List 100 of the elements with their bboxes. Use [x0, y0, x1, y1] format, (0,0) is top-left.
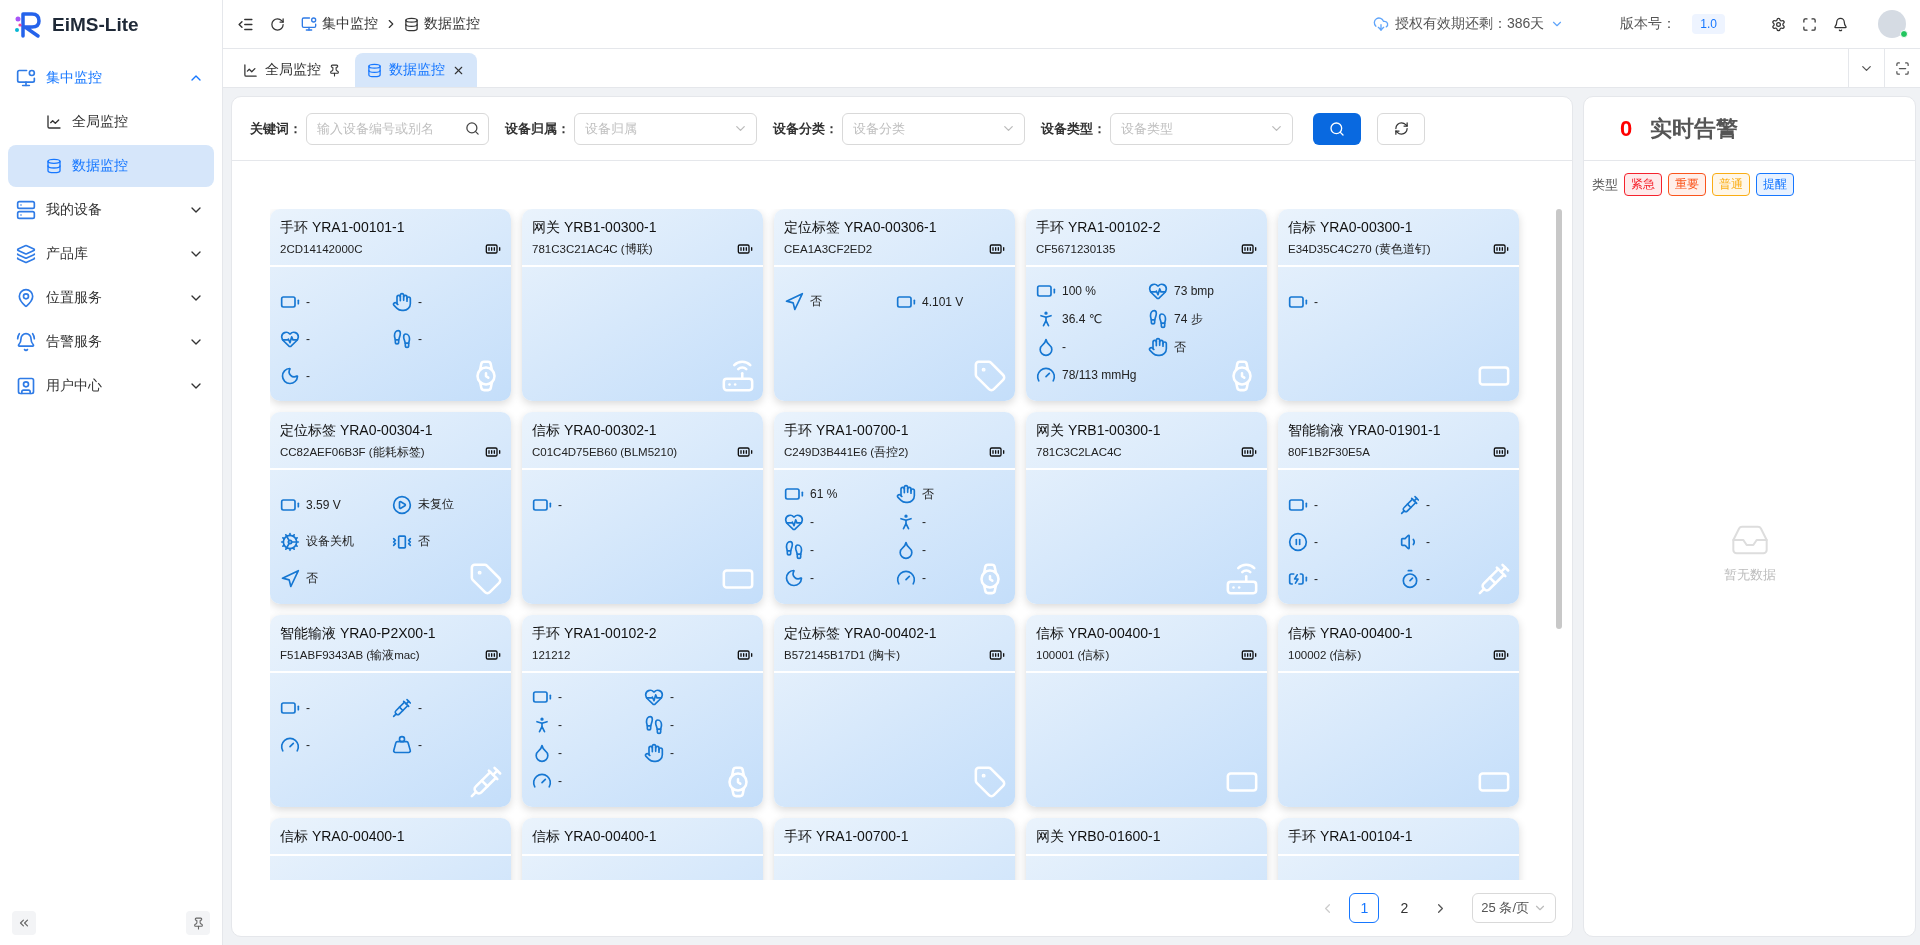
device-card[interactable]: 手环 YRA1-00104-1 — [1278, 818, 1519, 880]
metric-value: 73 bmp — [1174, 284, 1215, 298]
device-id: 781C3C21AC4C (博联) — [532, 241, 654, 257]
device-title: 智能输液 YRA0-P2X00-1 — [280, 625, 437, 643]
device-card[interactable]: 信标 YRA0-00400-1 — [522, 818, 763, 880]
breadcrumb-link[interactable]: 集中监控 — [301, 15, 378, 33]
battery-icon — [1241, 647, 1257, 663]
metric-value: - — [810, 571, 814, 585]
device-card[interactable]: 手环 YRA1-00102-2 121212 - - - - - - - — [522, 615, 763, 807]
sidebar-item[interactable]: 告警服务 — [8, 321, 214, 363]
metric-value: 100 % — [1062, 284, 1097, 298]
device-title: 手环 YRA1-00102-2 — [532, 625, 658, 643]
device-card[interactable]: 定位标签 YRA0-00304-1 CC82AEF06B3F (能耗标签) 3.59 V 未复位 设备关机 否 否 — [270, 412, 511, 604]
footprints-icon — [784, 540, 804, 560]
device-card[interactable]: 智能输液 YRA0-P2X00-1 F51ABF9343AB (输液mac) - - - - — [270, 615, 511, 807]
device-card[interactable]: 手环 YRA1-00700-1 — [774, 818, 1015, 880]
device-card[interactable]: 信标 YRA0-00400-1 100001 (信标) — [1026, 615, 1267, 807]
device-card[interactable]: 网关 YRB1-00300-1 781C3C21AC4C (博联) — [522, 209, 763, 401]
pin-button[interactable] — [186, 911, 210, 935]
metric-value: - — [558, 774, 562, 788]
metric-value: - — [1426, 534, 1430, 549]
database-icon — [404, 16, 419, 32]
alert-level-tag[interactable]: 紧急 — [1624, 173, 1662, 196]
battery-icon — [989, 241, 1005, 257]
sidebar-item[interactable]: 产品库 — [8, 233, 214, 275]
sidebar-item[interactable]: 集中监控 — [8, 57, 214, 99]
device-card[interactable]: 网关 YRB0-01600-1 — [1026, 818, 1267, 880]
battery-icon — [737, 241, 753, 257]
device-card[interactable]: 定位标签 YRA0-00306-1 CEA1A3CF2ED2 否 4.101 V — [774, 209, 1015, 401]
license-dropdown[interactable]: 授权有效期还剩：386天 — [1372, 15, 1565, 33]
device-id: CF5671230135 — [1036, 243, 1117, 255]
device-card[interactable]: 网关 YRB1-00300-1 781C3C2LAC4C — [1026, 412, 1267, 604]
alert-level-tag[interactable]: 提醒 — [1756, 173, 1794, 196]
device-card[interactable]: 定位标签 YRA0-00402-1 B572145B17D1 (胸卡) — [774, 615, 1015, 807]
heart-pulse-icon — [784, 512, 804, 532]
brand-name: EiMS-Lite — [52, 13, 139, 36]
page-size-select[interactable]: 25 条/页 — [1472, 893, 1556, 923]
sidebar-item[interactable]: 我的设备 — [8, 189, 214, 231]
menu-group-icon — [16, 332, 36, 352]
notification-button[interactable] — [1833, 16, 1848, 32]
fullscreen-button[interactable] — [1802, 16, 1817, 32]
monitor-icon — [301, 16, 317, 32]
router-icon — [1225, 562, 1259, 596]
droplet-icon — [532, 743, 552, 763]
device-card[interactable]: 信标 YRA0-00400-1 100002 (信标) — [1278, 615, 1519, 807]
device-title: 网关 YRB0-01600-1 — [1036, 828, 1162, 846]
refresh-button[interactable] — [270, 16, 285, 32]
sidebar-item[interactable]: 位置服务 — [8, 277, 214, 319]
collapse-button[interactable] — [12, 911, 36, 935]
select-field[interactable]: 设备分类 — [842, 112, 1025, 145]
select-field[interactable]: 设备归属 — [574, 112, 757, 145]
page-tab[interactable]: 全局监控 — [231, 53, 353, 87]
refresh-icon — [1393, 121, 1409, 136]
device-card[interactable]: 手环 YRA1-00101-1 2CD14142000C - - - - - — [270, 209, 511, 401]
battery-icon — [485, 647, 501, 663]
device-title: 手环 YRA1-00104-1 — [1288, 828, 1414, 846]
device-id: 80F1B2F30E5A — [1288, 446, 1371, 458]
breadcrumb-link[interactable]: 数据监控 — [404, 15, 480, 33]
battery-icon — [737, 444, 753, 460]
syringe-icon — [392, 697, 412, 718]
footprints-icon — [1148, 309, 1168, 329]
device-title: 手环 YRA1-00102-2 — [1036, 219, 1162, 237]
device-title: 信标 YRA0-00400-1 — [280, 828, 406, 846]
metric-value: 61 % — [810, 487, 838, 501]
reset-button[interactable] — [1377, 112, 1425, 145]
alert-count: 0 — [1620, 115, 1633, 142]
device-card[interactable]: 信标 YRA0-00300-1 E34D35C4C270 (黄色道钉) - — [1278, 209, 1519, 401]
metric-value: - — [922, 571, 926, 585]
database-icon — [367, 62, 382, 78]
filter-label: 设备分类： — [773, 119, 838, 138]
device-id: 100001 (信标) — [1036, 647, 1111, 663]
search-button[interactable] — [1313, 112, 1361, 145]
search-field[interactable]: 输入设备编号或别名 — [306, 112, 489, 145]
metric-value: 否 — [418, 533, 430, 550]
battery-icon — [1241, 444, 1257, 460]
device-card[interactable]: 手环 YRA1-00700-1 C249D3B441E6 (吾控2) 61 % 否 - - - - - - — [774, 412, 1015, 604]
menu-group-icon — [16, 288, 36, 308]
page-button[interactable]: 1 — [1349, 893, 1380, 923]
device-title: 信标 YRA0-00302-1 — [532, 422, 658, 440]
search-icon — [1329, 120, 1345, 137]
device-title: 手环 YRA1-00700-1 — [784, 828, 910, 846]
tag-icon — [469, 562, 503, 596]
filter-label: 设备归属： — [505, 119, 570, 138]
battery-icon — [1493, 241, 1509, 257]
device-card[interactable]: 智能输液 YRA0-01901-1 80F1B2F30E5A - - - - - - — [1278, 412, 1519, 604]
sidebar-item[interactable]: 用户中心 — [8, 365, 214, 407]
device-title: 信标 YRA0-00400-1 — [532, 828, 658, 846]
device-title: 信标 YRA0-00300-1 — [1288, 219, 1414, 237]
scrollbar-thumb[interactable] — [1556, 209, 1562, 629]
select-field[interactable]: 设备类型 — [1110, 112, 1293, 145]
user-avatar[interactable] — [1878, 10, 1906, 38]
device-card[interactable]: 手环 YRA1-00102-2 CF5671230135 100 % 73 bmp 36.4 ℃ 74 步 - 否 78/113 mmHg — [1026, 209, 1267, 401]
refresh-icon — [270, 16, 285, 32]
sidebar-subitem[interactable]: 全局监控 — [8, 101, 214, 143]
device-card[interactable]: 信标 YRA0-00302-1 C01C4D75EB60 (BLM5210) - — [522, 412, 763, 604]
heart-pulse-icon — [1148, 281, 1168, 301]
device-card[interactable]: 信标 YRA0-00400-1 — [270, 818, 511, 880]
metric-value: - — [306, 700, 310, 715]
settings-button[interactable] — [1771, 16, 1786, 32]
weight-icon — [392, 734, 412, 755]
